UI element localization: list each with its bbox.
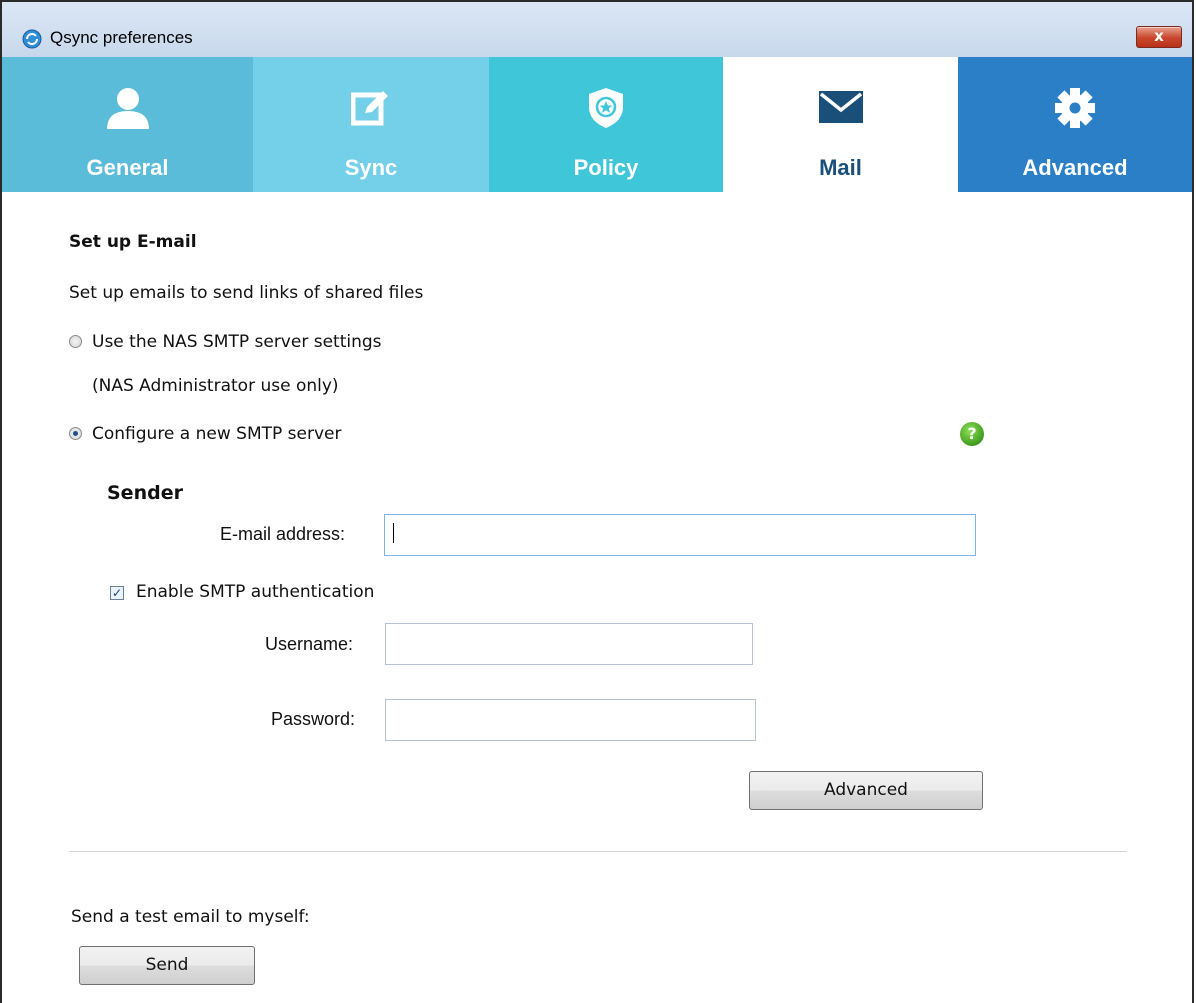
tab-label: Sync bbox=[344, 155, 398, 180]
tab-label: Advanced bbox=[1022, 155, 1128, 180]
help-glyph: ? bbox=[967, 424, 977, 443]
new-smtp-radio[interactable] bbox=[69, 427, 82, 440]
password-input[interactable] bbox=[385, 699, 756, 741]
divider bbox=[69, 851, 1127, 852]
nas-smtp-label[interactable]: Use the NAS SMTP server settings bbox=[92, 332, 382, 352]
send-button[interactable]: Send bbox=[79, 946, 255, 985]
close-icon: x bbox=[1154, 27, 1164, 45]
close-button[interactable]: x bbox=[1136, 26, 1182, 48]
gear-icon bbox=[1055, 88, 1095, 128]
tab-mail[interactable]: Mail bbox=[723, 57, 958, 192]
tab-label: Mail bbox=[819, 155, 862, 180]
tab-advanced[interactable]: Advanced bbox=[958, 57, 1192, 192]
tab-label: General bbox=[86, 155, 169, 180]
advanced-button-label: Advanced bbox=[824, 780, 908, 800]
tab-general[interactable]: General bbox=[2, 57, 253, 192]
username-label: Username: bbox=[265, 634, 354, 654]
edit-icon bbox=[351, 91, 388, 126]
user-icon bbox=[106, 88, 149, 129]
tab-bar: General Sync Policy Mail Advanced bbox=[2, 57, 1192, 192]
send-button-label: Send bbox=[145, 955, 189, 975]
tab-label: Policy bbox=[573, 155, 639, 180]
test-email-label: Send a test email to myself: bbox=[71, 907, 310, 927]
advanced-button[interactable]: Advanced bbox=[749, 771, 983, 810]
nas-smtp-radio[interactable] bbox=[69, 335, 82, 348]
text-caret bbox=[393, 523, 394, 543]
email-input[interactable] bbox=[384, 514, 976, 556]
new-smtp-label[interactable]: Configure a new SMTP server bbox=[92, 424, 341, 444]
smtp-auth-checkbox[interactable]: ✓ bbox=[110, 586, 124, 600]
tab-policy[interactable]: Policy bbox=[489, 57, 723, 192]
section-heading: Set up E-mail bbox=[69, 232, 197, 252]
title-bar: Qsync preferences x bbox=[2, 2, 1192, 58]
nas-admin-note: (NAS Administrator use only) bbox=[92, 376, 339, 396]
email-label: E-mail address: bbox=[220, 524, 346, 544]
qsync-logo-icon bbox=[22, 29, 42, 49]
preferences-window: Qsync preferences x General Sync Policy … bbox=[0, 0, 1194, 1003]
tab-sync[interactable]: Sync bbox=[253, 57, 489, 192]
window-title: Qsync preferences bbox=[50, 28, 193, 47]
sender-heading: Sender bbox=[107, 482, 183, 504]
envelope-icon bbox=[818, 91, 863, 123]
shield-icon bbox=[589, 88, 623, 128]
help-icon[interactable]: ? bbox=[960, 422, 984, 446]
username-input[interactable] bbox=[385, 623, 753, 665]
password-label: Password: bbox=[271, 709, 356, 729]
section-description: Set up emails to send links of shared fi… bbox=[69, 283, 424, 303]
checkmark-icon: ✓ bbox=[111, 586, 123, 600]
smtp-auth-label[interactable]: Enable SMTP authentication bbox=[136, 582, 374, 602]
